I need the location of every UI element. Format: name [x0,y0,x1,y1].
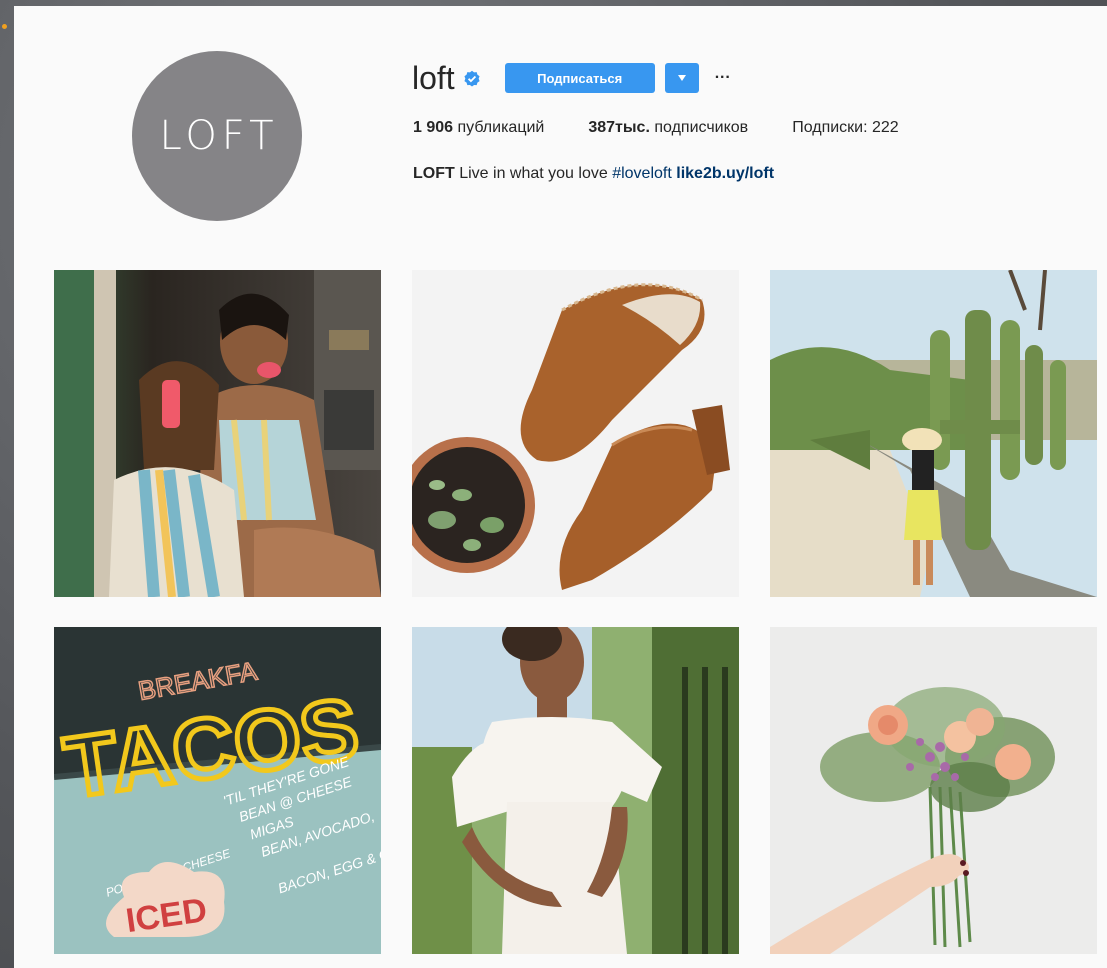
bio-website-link[interactable]: like2b.uy/loft [676,165,774,182]
post-tile[interactable] [412,270,739,597]
more-options-button[interactable]: ··· [711,63,735,93]
avatar-logo-text: LOFT [159,113,279,159]
following-stat[interactable]: Подписки: 222 [792,119,899,137]
triangle-down-icon [677,75,686,81]
username: loft [412,60,455,96]
profile-stats: 1 906 публикаций 387тыс. подписчиков Под… [413,119,943,137]
post-woman-white-dress-image [412,627,739,954]
profile-page: LOFT loft Подписаться ··· 1 906 публикац… [14,6,1107,968]
post-woman-by-cactus-image [770,270,1097,597]
cursor-indicator [2,24,7,29]
bio-hashtag-link[interactable]: #loveloft [612,165,672,182]
window-frame: LOFT loft Подписаться ··· 1 906 публикац… [0,0,1107,968]
username-row: loft Подписаться ··· [412,58,735,98]
followers-count: 387тыс. [588,119,650,136]
following-label: Подписки: 222 [792,119,899,136]
posts-count: 1 906 [413,119,454,136]
post-brown-suede-mules-image [412,270,739,597]
verified-badge-icon [464,70,480,87]
posts-label: публикаций [457,119,545,136]
post-tile[interactable] [412,627,739,954]
profile-avatar[interactable]: LOFT [132,51,302,221]
suggestions-dropdown-button[interactable] [664,63,699,93]
followers-label: подписчиков [654,119,749,136]
post-tile[interactable]: BREAKFA TACOS 'TIL THEY'RE GONE BEAN @ C… [54,627,381,954]
post-tacos-neon-sign-image: BREAKFA TACOS 'TIL THEY'RE GONE BEAN @ C… [54,627,381,954]
follow-button[interactable]: Подписаться [504,63,655,93]
post-two-women-popsicles-image [54,270,381,597]
post-tile[interactable] [54,270,381,597]
post-tile[interactable] [770,270,1097,597]
bio-name: LOFT [413,165,455,182]
post-flower-bouquet-image [770,627,1097,954]
bio-text: Live in what you love [459,165,608,182]
followers-stat[interactable]: 387тыс. подписчиков [588,119,748,137]
profile-bio: LOFT Live in what you love #loveloft lik… [413,165,774,183]
post-tile[interactable] [770,627,1097,954]
posts-stat: 1 906 публикаций [413,119,544,137]
